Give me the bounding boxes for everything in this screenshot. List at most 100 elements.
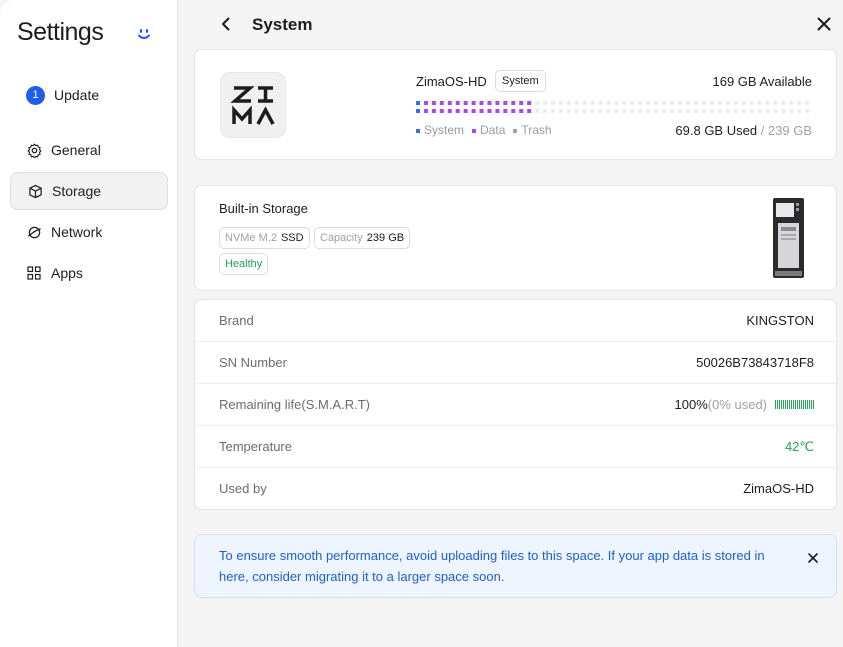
sidebar-item-label: Update xyxy=(54,87,100,103)
usage-segment xyxy=(590,101,595,105)
detail-row-brand: Brand KINGSTON xyxy=(195,300,838,342)
life-tick xyxy=(811,400,812,409)
page-title: System xyxy=(252,15,313,34)
usage-segment xyxy=(439,109,444,113)
usage-segment xyxy=(447,101,452,105)
usage-segment xyxy=(582,101,587,105)
usage-segment xyxy=(511,101,516,105)
temperature-value: 42℃ xyxy=(784,439,814,454)
usage-segment xyxy=(550,101,555,105)
usage-segment xyxy=(765,109,770,113)
usage-segment xyxy=(439,101,444,105)
usage-segment xyxy=(654,101,659,105)
usage-segment xyxy=(519,101,524,105)
notice-text: To ensure smooth performance, avoid uplo… xyxy=(219,548,765,584)
usage-segment xyxy=(503,109,508,113)
usage-segment xyxy=(479,101,484,105)
globe-icon xyxy=(26,224,42,240)
usage-segment xyxy=(733,101,738,105)
usage-segment xyxy=(423,109,428,113)
usage-segment xyxy=(797,109,802,113)
usage-segment xyxy=(781,109,786,113)
life-tick xyxy=(779,400,780,409)
usage-segment xyxy=(543,101,548,105)
usage-segment xyxy=(646,101,651,105)
usage-segment xyxy=(709,109,714,113)
life-tick xyxy=(803,400,804,409)
usage-segment xyxy=(487,109,492,113)
sidebar-item-update[interactable]: 1 Update xyxy=(10,76,168,114)
usage-segment xyxy=(693,101,698,105)
detail-row-remaining-life: Remaining life(S.M.A.R.T) 100% (0% used) xyxy=(195,384,838,426)
settings-sidebar: Settings 1 Update General Storage Networ… xyxy=(0,0,178,647)
usage-segment xyxy=(717,101,722,105)
life-tick xyxy=(775,400,776,409)
usage-segment xyxy=(463,101,468,105)
usage-segment xyxy=(416,101,420,105)
usage-segment xyxy=(741,101,746,105)
usage-segment xyxy=(416,109,420,113)
builtin-storage-card: Built-in Storage NVMe M.2 SSD Capacity 239… xyxy=(194,185,837,291)
usage-segment xyxy=(749,101,754,105)
life-tick xyxy=(799,400,800,409)
usage-segment xyxy=(741,109,746,113)
sidebar-item-network[interactable]: Network xyxy=(10,213,168,251)
close-icon[interactable] xyxy=(816,16,832,32)
zima-logo xyxy=(220,72,286,138)
life-tick xyxy=(783,400,784,409)
os-tag-badge: System xyxy=(495,70,546,92)
usage-legend: System Data Trash xyxy=(416,123,552,137)
main-panel: System ZimaOS-HD System 169 GB Available… xyxy=(178,0,843,647)
usage-segment xyxy=(487,101,492,105)
legend-data: Data xyxy=(472,123,505,137)
sidebar-item-label: Apps xyxy=(51,265,83,281)
life-tick xyxy=(785,400,786,409)
legend-system: System xyxy=(416,123,464,137)
usage-segment xyxy=(797,101,802,105)
life-tick xyxy=(813,400,814,409)
usage-segment xyxy=(598,109,603,113)
usage-segment xyxy=(447,109,452,113)
smile-icon[interactable] xyxy=(135,25,153,43)
usage-segment xyxy=(495,109,500,113)
usage-segment xyxy=(582,109,587,113)
usage-segment xyxy=(455,109,460,113)
usage-segment xyxy=(693,109,698,113)
usage-segment xyxy=(471,101,476,105)
sidebar-item-general[interactable]: General xyxy=(10,131,168,169)
usage-segment xyxy=(590,109,595,113)
usage-segment xyxy=(757,109,762,113)
life-meter xyxy=(775,400,814,409)
usage-segment xyxy=(598,101,603,105)
usage-segment xyxy=(463,109,468,113)
sidebar-item-apps[interactable]: Apps xyxy=(10,254,168,292)
usage-segment xyxy=(535,101,540,105)
life-tick xyxy=(787,400,788,409)
back-arrow-icon[interactable] xyxy=(218,16,234,32)
life-tick xyxy=(781,400,782,409)
usage-segment xyxy=(566,109,571,113)
sidebar-title: Settings xyxy=(17,18,104,46)
usage-segment xyxy=(662,109,667,113)
usage-segment xyxy=(630,101,635,105)
usage-segment xyxy=(670,101,675,105)
usage-segment xyxy=(558,109,563,113)
usage-segment xyxy=(614,101,619,105)
usage-segment xyxy=(749,109,754,113)
notice-close-icon[interactable] xyxy=(807,552,819,564)
usage-segment xyxy=(558,101,563,105)
sidebar-item-storage[interactable]: Storage xyxy=(10,172,168,210)
header: System xyxy=(178,0,843,48)
usage-segment xyxy=(471,109,476,113)
usage-segment xyxy=(725,101,730,105)
life-tick xyxy=(789,400,790,409)
box-icon xyxy=(27,183,43,199)
usage-segment xyxy=(701,101,706,105)
usage-segment xyxy=(773,109,778,113)
available-space: 169 GB Available xyxy=(712,74,813,89)
usage-segment xyxy=(455,101,460,105)
usage-segment xyxy=(654,109,659,113)
life-tick xyxy=(805,400,806,409)
usage-segment xyxy=(662,101,667,105)
apps-grid-icon xyxy=(26,265,42,281)
